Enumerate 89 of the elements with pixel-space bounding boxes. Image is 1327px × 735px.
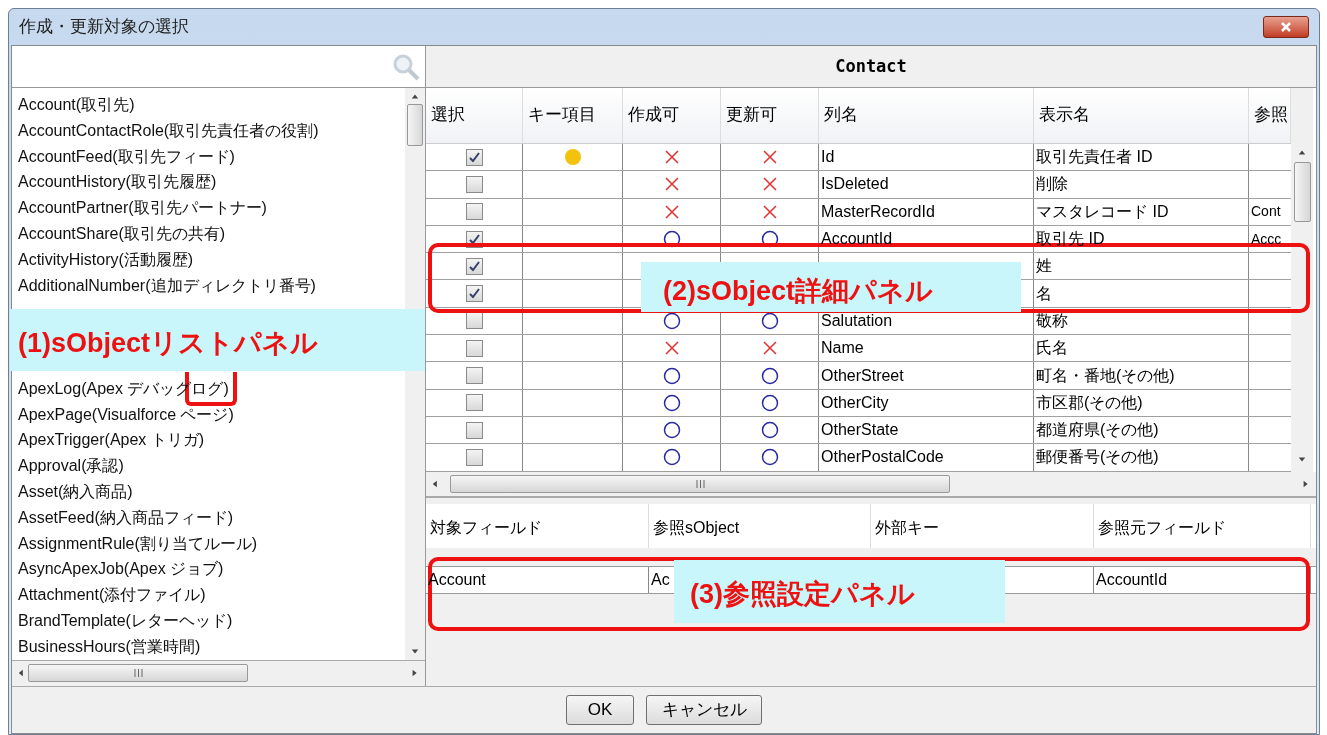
- grip-icon: [133, 668, 143, 677]
- annotation-label: (1)sObjectリストパネル: [10, 309, 425, 371]
- check-icon: [467, 287, 481, 301]
- column-header[interactable]: 列名: [819, 88, 1034, 143]
- scrollbar-thumb[interactable]: [450, 474, 950, 493]
- object-list-item[interactable]: Approval(承認): [18, 453, 124, 479]
- object-list-item[interactable]: AccountContactRole(取引先責任者の役割): [18, 117, 319, 144]
- object-list-item[interactable]: AccountShare(取引先の共有): [18, 221, 226, 247]
- annotation-label: (3)参照設定パネル: [674, 560, 1005, 623]
- scrollbar-thumb[interactable]: [1293, 162, 1311, 222]
- table-cell-text: Name: [821, 338, 864, 359]
- object-list-item[interactable]: AsyncApexJob(Apex ジョブ): [18, 556, 224, 583]
- table-cell-text: AccountId: [1096, 569, 1168, 590]
- checkbox[interactable]: [465, 394, 483, 412]
- checkbox[interactable]: [465, 421, 483, 439]
- search-field[interactable]: [12, 46, 425, 88]
- table-cell-text: 取引先 ID: [1036, 229, 1105, 250]
- table-cell-text: 取引先責任者 ID: [1036, 147, 1153, 168]
- column-header[interactable]: 参照sObject: [649, 503, 871, 548]
- object-list-item[interactable]: BusinessHours(営業時間): [18, 633, 201, 660]
- object-list-item[interactable]: Asset(納入商品): [18, 478, 133, 505]
- left-arrow-icon[interactable]: [432, 478, 440, 489]
- table-cell-text: OtherState: [821, 420, 899, 441]
- column-header[interactable]: 表示名: [1034, 88, 1249, 143]
- object-list-item[interactable]: AccountFeed(取引先フィード): [18, 143, 235, 170]
- window-title: 作成・更新対象の選択: [19, 16, 189, 39]
- dialog-button[interactable]: キャンセル: [646, 695, 762, 725]
- close-button[interactable]: [1263, 16, 1309, 38]
- table-cell-text: 名: [1036, 283, 1052, 304]
- table-cell-text: Ac: [651, 569, 670, 590]
- table-cell-text: IsDeleted: [821, 174, 889, 195]
- table-cell-text: 削除: [1036, 174, 1068, 195]
- vertical-scrollbar[interactable]: [1291, 88, 1313, 472]
- checkbox[interactable]: [465, 203, 483, 221]
- object-list-item[interactable]: AssetFeed(納入商品フィード): [18, 504, 234, 531]
- checkbox[interactable]: [465, 148, 483, 166]
- left-arrow-icon[interactable]: [18, 667, 26, 678]
- column-header[interactable]: 更新可: [721, 88, 819, 143]
- dialog-button[interactable]: OK: [566, 695, 634, 725]
- table-cell-text: AccountId: [821, 229, 893, 250]
- table-cell-text: 市区郡(その他): [1036, 392, 1143, 413]
- column-header[interactable]: 対象フィールド: [426, 503, 649, 548]
- table-cell-text: Accc: [1251, 229, 1282, 249]
- table-cell-text: OtherPostalCode: [821, 447, 944, 468]
- grip-icon: [695, 479, 705, 488]
- table-cell-text: 敬称: [1036, 310, 1068, 331]
- column-header[interactable]: 参照元フィールド: [1094, 503, 1311, 548]
- checkbox[interactable]: [465, 367, 483, 384]
- object-list-item[interactable]: ActivityHistory(活動履歴): [18, 246, 194, 273]
- object-list-item[interactable]: AdditionalNumber(追加ディレクトリ番号): [18, 272, 316, 299]
- check-icon: [467, 150, 481, 164]
- scrollbar-thumb[interactable]: [407, 104, 423, 146]
- table-cell-text: OtherCity: [821, 392, 889, 413]
- object-list-item[interactable]: AccountHistory(取引先履歴): [18, 169, 217, 196]
- table-cell-text: 町名・番地(その他): [1036, 365, 1175, 386]
- object-list-item[interactable]: AccountPartner(取引先パートナー): [18, 195, 267, 221]
- table-cell-text: Id: [821, 147, 835, 168]
- up-arrow-icon[interactable]: [1298, 148, 1306, 158]
- column-header[interactable]: 作成可: [623, 88, 721, 143]
- checkbox[interactable]: [465, 257, 483, 275]
- table-cell-text: マスタレコード ID: [1036, 201, 1169, 222]
- table-cell-text: 都道府県(その他): [1036, 420, 1159, 441]
- table-cell-text: 姓: [1036, 256, 1052, 277]
- object-list-item[interactable]: ApexTrigger(Apex トリガ): [18, 427, 205, 454]
- table-cell-text: Salutation: [821, 310, 893, 331]
- object-list-item[interactable]: Account(取引先): [18, 92, 135, 118]
- object-title: Contact: [835, 54, 907, 78]
- column-header[interactable]: 選択: [426, 88, 523, 143]
- close-icon: [1280, 21, 1292, 33]
- up-arrow-icon[interactable]: [411, 92, 419, 102]
- table-cell-text: 郵便番号(その他): [1036, 447, 1159, 468]
- annotation-label: (2)sObject詳細パネル: [641, 262, 1021, 312]
- object-list-item[interactable]: ApexPage(Visualforce ページ): [18, 401, 234, 428]
- column-header[interactable]: キー項目: [523, 88, 623, 143]
- object-list-item[interactable]: Attachment(添付ファイル): [18, 582, 206, 608]
- check-icon: [467, 259, 481, 273]
- table-cell-text: Cont: [1251, 202, 1281, 222]
- table-cell-text: OtherStreet: [821, 365, 904, 386]
- table-cell-text: MasterRecordId: [821, 201, 935, 222]
- checkbox[interactable]: [465, 175, 483, 193]
- check-icon: [467, 232, 481, 246]
- object-list-item[interactable]: BrandTemplate(レターヘッド): [18, 607, 233, 634]
- checkbox[interactable]: [465, 339, 483, 357]
- object-list-item[interactable]: AssignmentRule(割り当てルール): [18, 530, 258, 557]
- scrollbar-thumb[interactable]: [28, 663, 248, 682]
- checkbox[interactable]: [465, 285, 483, 303]
- table-cell-text: 氏名: [1036, 338, 1068, 359]
- checkbox[interactable]: [465, 448, 483, 466]
- column-header[interactable]: 外部キー: [871, 503, 1094, 548]
